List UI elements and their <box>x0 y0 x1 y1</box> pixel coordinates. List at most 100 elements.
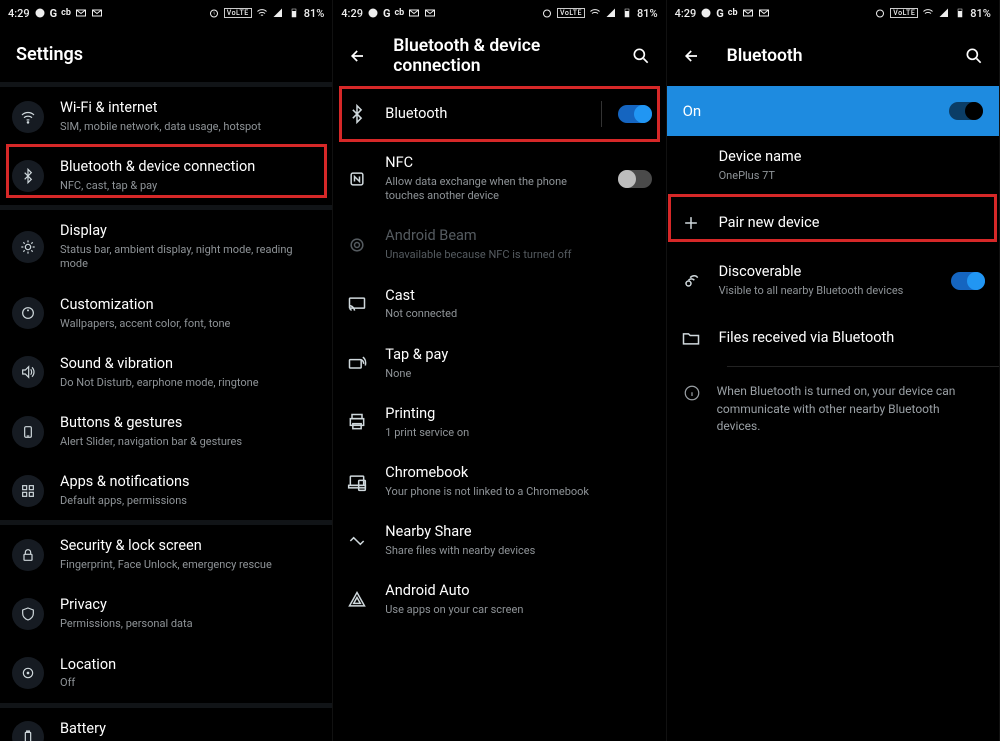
row-label: Apps & notifications <box>60 473 318 492</box>
row-label: Cast <box>385 287 651 306</box>
gmail-icon <box>742 7 754 19</box>
info-text: When Bluetooth is turned on, your device… <box>717 383 983 435</box>
header-title: Bluetooth & device connection <box>393 36 605 76</box>
on-label: On <box>683 102 949 120</box>
lock-icon <box>12 539 44 571</box>
bluetooth-master-toggle[interactable] <box>949 102 983 120</box>
row-discoverable[interactable]: Discoverable Visible to all nearby Blueto… <box>667 251 999 310</box>
search-button[interactable] <box>963 45 985 67</box>
row-label: Nearby Share <box>385 523 651 542</box>
row-sub: Fingerprint, Face Unlock, emergency resc… <box>60 558 318 572</box>
row-label: Sound & vibration <box>60 355 318 374</box>
row-sub: SIM, mobile network, data usage, hotspot <box>60 120 318 134</box>
row-buttons[interactable]: Buttons & gesturesAlert Slider, navigati… <box>0 402 332 461</box>
row-label: Device name <box>719 148 985 167</box>
row-privacy[interactable]: PrivacyPermissions, personal data <box>0 584 332 643</box>
row-tap-pay[interactable]: Tap & payNone <box>333 334 665 393</box>
apps-icon <box>12 475 44 507</box>
whatsapp-icon <box>34 7 46 19</box>
row-bluetooth-conn[interactable]: Bluetooth & device connectionNFC, cast, … <box>0 146 332 205</box>
plus-icon <box>679 211 703 235</box>
row-label: Wi-Fi & internet <box>60 99 318 118</box>
row-customization[interactable]: Customization Wallpapers, accent color, f… <box>0 284 332 343</box>
row-sub: Unavailable because NFC is turned off <box>385 248 651 262</box>
bluetooth-list: Device name OnePlus 7T Pair new device Di… <box>667 136 999 451</box>
gestures-icon <box>12 416 44 448</box>
wifi-icon <box>922 7 934 19</box>
back-button[interactable] <box>681 45 703 67</box>
row-wifi[interactable]: Wi-Fi & internet SIM, mobile network, dat… <box>0 87 332 146</box>
row-bluetooth[interactable]: Bluetooth <box>333 86 665 142</box>
customize-icon <box>12 297 44 329</box>
row-android-auto[interactable]: Android AutoUse apps on your car screen <box>333 570 665 629</box>
row-sub: Permissions, personal data <box>60 617 318 631</box>
alarm-icon <box>874 7 886 19</box>
row-label: Location <box>60 656 318 675</box>
header-title: Bluetooth <box>727 46 939 66</box>
volte-badge: VoLTE <box>890 8 918 18</box>
row-sub: OnePlus 7T <box>719 169 985 183</box>
row-sub: NFC, cast, tap & pay <box>60 179 318 193</box>
display-icon <box>12 231 44 263</box>
row-label: Customization <box>60 296 318 315</box>
tap-pay-icon <box>345 351 369 375</box>
row-security[interactable]: Security & lock screenFingerprint, Face … <box>0 525 332 584</box>
row-cast[interactable]: CastNot connected <box>333 275 665 334</box>
row-location[interactable]: LocationOff <box>0 644 332 703</box>
sound-icon <box>12 356 44 388</box>
row-sub: Default apps, permissions <box>60 494 318 508</box>
discoverable-toggle[interactable] <box>951 272 985 290</box>
cast-icon <box>345 292 369 316</box>
alarm-icon <box>208 7 220 19</box>
row-label: Discoverable <box>719 263 935 282</box>
battery-text: 81% <box>637 7 658 20</box>
status-bar: 4:29 G cb VoLTE 81% <box>333 0 665 26</box>
row-nfc[interactable]: NFCAllow data exchange when the phone to… <box>333 142 665 215</box>
status-time: 4:29 <box>8 7 30 20</box>
whatsapp-icon <box>700 7 712 19</box>
row-device-name[interactable]: Device name OnePlus 7T <box>667 136 999 195</box>
row-sub: 1 print service on <box>385 426 651 440</box>
bluetooth-toggle[interactable] <box>618 105 652 123</box>
g-icon: G <box>383 7 391 20</box>
row-sound[interactable]: Sound & vibration Do Not Disturb, earphon… <box>0 343 332 402</box>
cb-icon: cb <box>61 8 71 18</box>
info-icon <box>683 384 701 402</box>
shield-icon <box>12 598 44 630</box>
nfc-toggle[interactable] <box>618 170 652 188</box>
row-label: Display <box>60 222 318 241</box>
row-sub: Do Not Disturb, earphone mode, ringtone <box>60 376 318 390</box>
row-chromebook[interactable]: ChromebookYour phone is not linked to a … <box>333 452 665 511</box>
row-files-received[interactable]: Files received via Bluetooth <box>667 310 999 366</box>
row-battery[interactable]: Battery81% - Should last until about 1:4… <box>0 708 332 741</box>
beam-icon <box>345 233 369 257</box>
row-apps[interactable]: Apps & notifications Default apps, permis… <box>0 461 332 520</box>
row-sub: Visible to all nearby Bluetooth devices <box>719 284 935 298</box>
status-bar: 4:29 G cb VoLTE 81% <box>667 0 999 26</box>
volte-badge: VoLTE <box>557 8 585 18</box>
row-printing[interactable]: Printing1 print service on <box>333 393 665 452</box>
gmail-icon-2 <box>91 7 103 19</box>
status-time: 4:29 <box>341 7 363 20</box>
chromebook-icon <box>345 470 369 494</box>
bluetooth-icon <box>345 102 369 126</box>
search-button[interactable] <box>630 45 652 67</box>
row-label: Android Beam <box>385 227 651 246</box>
header: Bluetooth <box>667 26 999 86</box>
wifi-icon <box>589 7 601 19</box>
g-icon: G <box>50 7 58 20</box>
row-sub: Wallpapers, accent color, font, tone <box>60 317 318 331</box>
status-bar: 4:29 G cb VoLTE 81% <box>0 0 332 26</box>
location-icon <box>12 657 44 689</box>
signal-icon <box>605 7 617 19</box>
row-nearby-share[interactable]: Nearby ShareShare files with nearby devi… <box>333 511 665 570</box>
whatsapp-icon <box>367 7 379 19</box>
signal-icon <box>272 7 284 19</box>
back-button[interactable] <box>347 45 369 67</box>
row-display[interactable]: DisplayStatus bar, ambient display, nigh… <box>0 210 332 283</box>
bluetooth-on-bar[interactable]: On <box>667 86 999 136</box>
wifi-icon <box>256 7 268 19</box>
battery-icon <box>621 7 633 19</box>
gmail-icon <box>75 7 87 19</box>
row-pair-new[interactable]: Pair new device <box>667 195 999 251</box>
